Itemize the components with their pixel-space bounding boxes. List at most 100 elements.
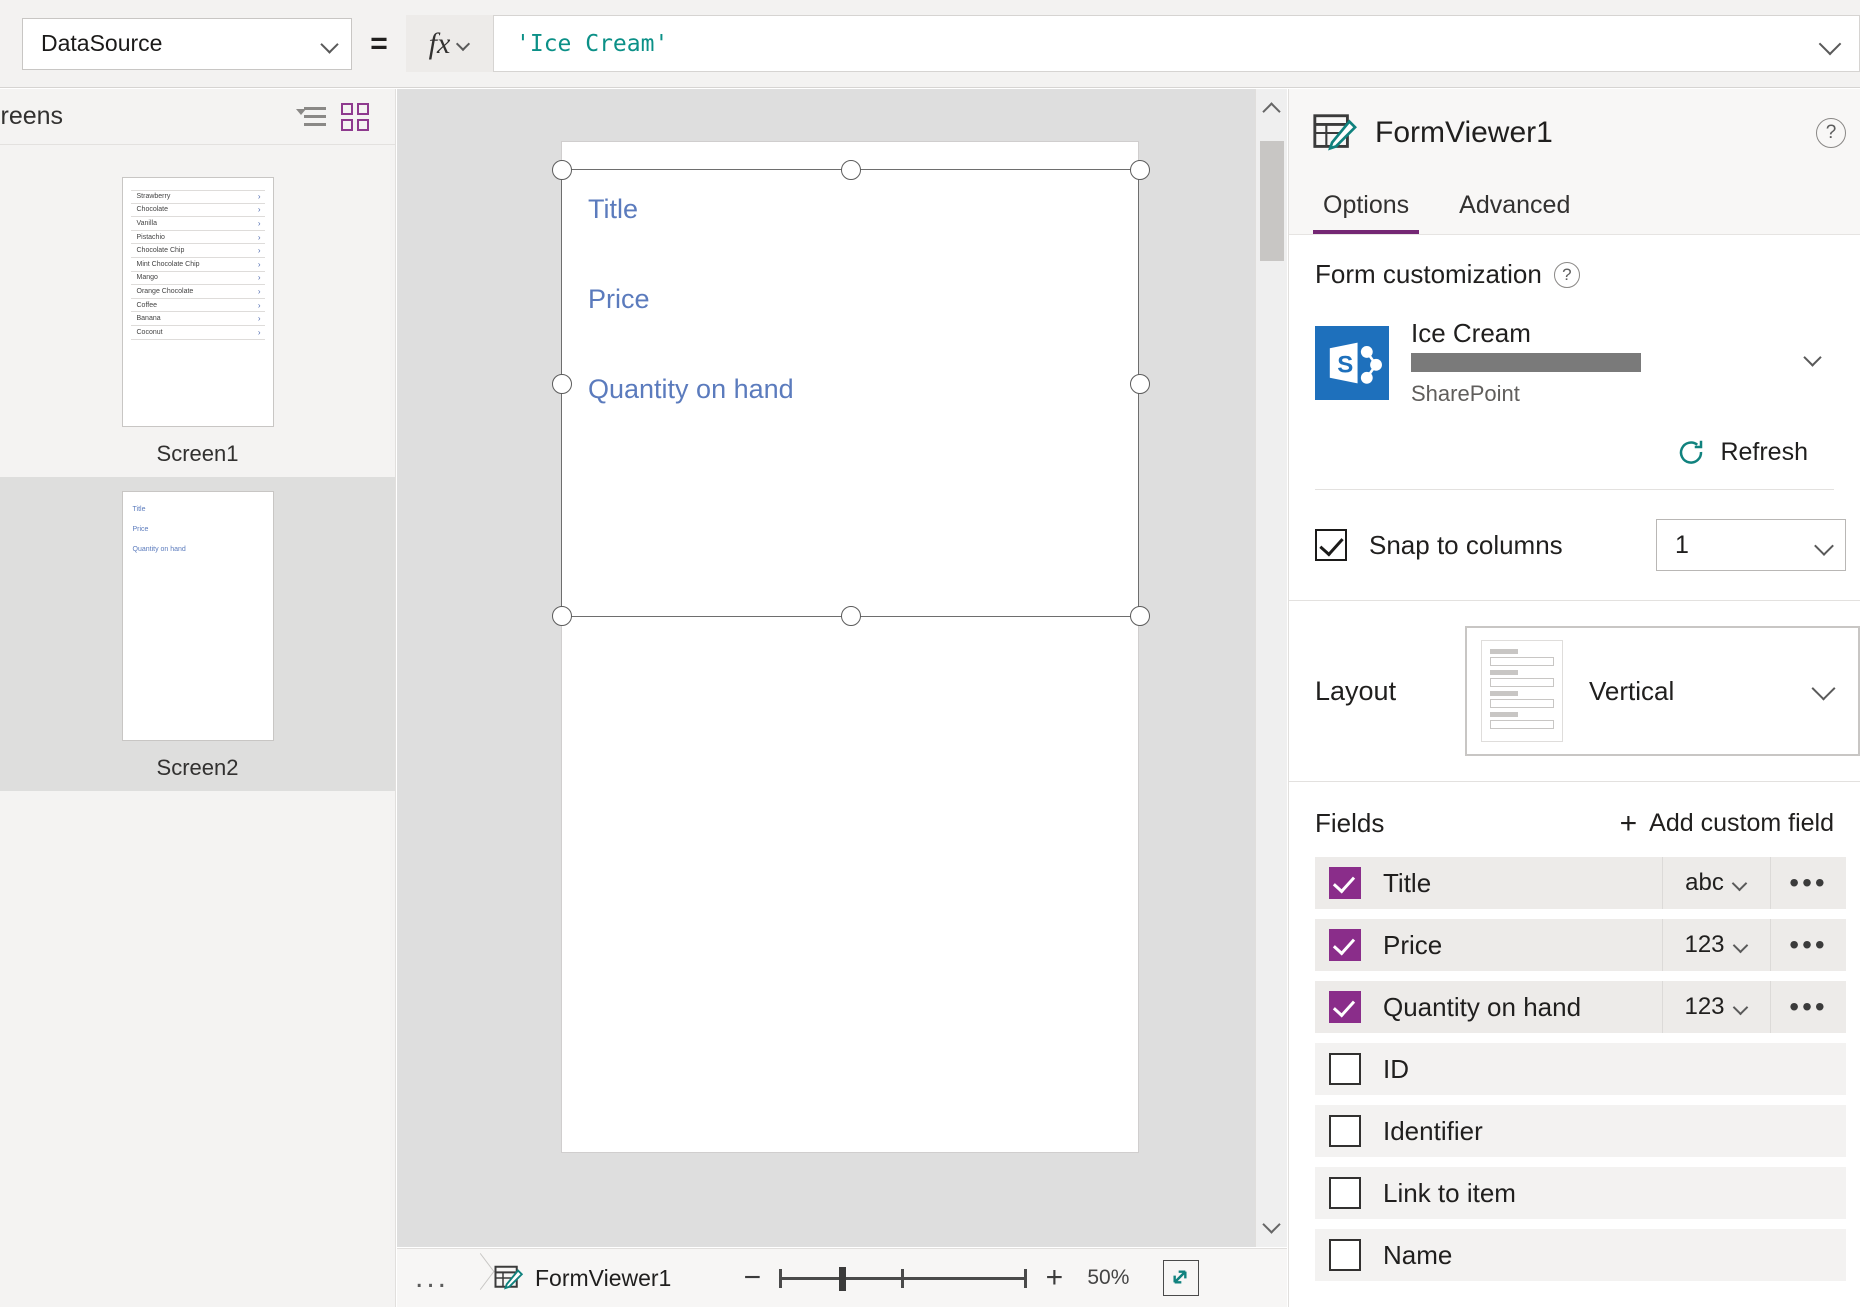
zoom-out-button[interactable]: − <box>739 1261 765 1295</box>
chevron-down-icon <box>1820 33 1842 55</box>
tab-advanced-label: Advanced <box>1459 191 1570 220</box>
gallery-row-label: Coconut <box>137 329 163 336</box>
sharepoint-icon: S <box>1315 326 1389 400</box>
chevron-down-icon <box>1733 999 1749 1015</box>
field-checkbox[interactable] <box>1329 1239 1361 1271</box>
datasource-meta: Ice Cream SharePoint <box>1411 318 1782 407</box>
field-more-button[interactable]: ••• <box>1770 857 1846 909</box>
tab-advanced[interactable]: Advanced <box>1443 177 1586 234</box>
field-checkbox[interactable] <box>1329 1053 1361 1085</box>
fx-label: fx <box>429 27 451 61</box>
help-icon[interactable]: ? <box>1554 262 1580 288</box>
scrollbar-thumb[interactable] <box>1260 141 1284 261</box>
field-checkbox[interactable] <box>1329 929 1361 961</box>
snap-to-columns-checkbox[interactable] <box>1315 529 1347 561</box>
field-checkbox[interactable] <box>1329 991 1361 1023</box>
add-custom-field-button[interactable]: + Add custom field <box>1620 809 1834 839</box>
chevron-right-icon: › <box>258 205 261 214</box>
field-more-button[interactable]: ••• <box>1770 919 1846 971</box>
chevron-up-icon <box>1264 102 1280 118</box>
columns-count-dropdown[interactable]: 1 <box>1656 519 1846 571</box>
chevron-right-icon: › <box>258 219 261 228</box>
form-thumb-label: Price <box>133 526 149 533</box>
field-row[interactable]: Titleabc••• <box>1315 857 1846 909</box>
scroll-up-button[interactable] <box>1256 89 1288 131</box>
chevron-down-icon <box>1732 875 1748 891</box>
zoom-level-label: 50% <box>1087 1266 1129 1290</box>
datasource-type: SharePoint <box>1411 381 1782 407</box>
overflow-menu-button[interactable]: ... <box>397 1272 467 1284</box>
gallery-row-label: Strawberry <box>137 193 171 200</box>
datasource-name: Ice Cream <box>1411 318 1782 349</box>
properties-panel: FormViewer1 ? Options Advanced Form cust… <box>1288 89 1860 1307</box>
gallery-preview: Strawberry›Chocolate›Vanilla›Pistachio›C… <box>131 190 265 340</box>
layout-dropdown[interactable]: Vertical <box>1465 626 1860 756</box>
layout-value: Vertical <box>1589 676 1812 707</box>
gallery-row: Mint Chocolate Chip› <box>131 258 265 272</box>
field-row[interactable]: Quantity on hand123••• <box>1315 981 1846 1033</box>
scroll-down-button[interactable] <box>1256 1205 1288 1247</box>
resize-handle-bc <box>841 606 861 626</box>
form-customization-section: Form customization ? S Ice Cream <box>1289 235 1860 490</box>
formula-input-wrap[interactable]: 'Ice Cream' <box>494 15 1860 72</box>
field-type-dropdown[interactable]: 123 <box>1662 981 1770 1033</box>
field-row[interactable]: Name <box>1315 1229 1846 1281</box>
zoom-tick-mid <box>901 1269 904 1288</box>
field-checkbox[interactable] <box>1329 867 1361 899</box>
sidebar-title: creens <box>0 102 289 131</box>
formula-input[interactable]: 'Ice Cream' <box>494 31 1803 57</box>
refresh-label: Refresh <box>1720 438 1808 467</box>
formula-bar: DataSource = fx 'Ice Cream' <box>0 0 1860 88</box>
datasource-card[interactable]: S Ice Cream SharePoint <box>1315 318 1834 407</box>
fields-label: Fields <box>1315 808 1620 839</box>
fit-to-screen-button[interactable] <box>1163 1260 1199 1296</box>
screen-item-screen2[interactable]: TitlePriceQuantity on hand Screen2 <box>0 477 395 791</box>
breadcrumb[interactable]: FormViewer1 <box>493 1263 671 1293</box>
fx-button[interactable]: fx <box>406 15 494 72</box>
tab-options[interactable]: Options <box>1307 177 1425 234</box>
chevron-down-icon[interactable] <box>1804 348 1834 378</box>
refresh-button[interactable]: Refresh <box>1315 437 1808 467</box>
form-viewer-icon <box>493 1263 523 1293</box>
field-checkbox[interactable] <box>1329 1115 1361 1147</box>
field-type-dropdown[interactable]: abc <box>1662 857 1770 909</box>
canvas-scrollbar[interactable] <box>1255 89 1287 1247</box>
equals-sign: = <box>352 27 406 61</box>
field-row[interactable]: Price123••• <box>1315 919 1846 971</box>
resize-handle-tc <box>841 160 861 180</box>
canvas-area[interactable]: Title Price Quantity on hand <box>397 89 1287 1247</box>
fields-header: Fields + Add custom field <box>1289 782 1860 857</box>
chevron-right-icon: › <box>258 314 261 323</box>
zoom-in-button[interactable]: + <box>1041 1261 1067 1295</box>
chevron-down-icon <box>1264 1218 1280 1234</box>
tree-view-toggle[interactable] <box>289 95 333 139</box>
resize-handle-br <box>1130 606 1150 626</box>
gallery-row: Pistachio› <box>131 231 265 245</box>
redaction-bar <box>1411 353 1641 372</box>
formula-expand-button[interactable] <box>1803 33 1859 55</box>
field-row[interactable]: ID <box>1315 1043 1846 1095</box>
field-row[interactable]: Link to item <box>1315 1167 1846 1219</box>
fit-to-screen-icon <box>1164 1261 1196 1293</box>
form-selection-box[interactable] <box>561 169 1139 617</box>
screen2-thumbnail: TitlePriceQuantity on hand <box>122 491 274 741</box>
columns-count-value: 1 <box>1675 531 1815 560</box>
chevron-right-icon: › <box>258 260 261 269</box>
field-type-dropdown[interactable]: 123 <box>1662 919 1770 971</box>
grid-view-toggle[interactable] <box>333 95 377 139</box>
screen-item-screen1[interactable]: Strawberry›Chocolate›Vanilla›Pistachio›C… <box>0 163 395 477</box>
zoom-tick-max <box>1024 1269 1027 1288</box>
form-viewer-icon <box>1311 110 1357 156</box>
chevron-down-icon <box>321 35 339 53</box>
field-name: Name <box>1383 1240 1846 1271</box>
zoom-slider[interactable] <box>779 1263 1027 1293</box>
resize-handle-bl <box>552 606 572 626</box>
property-dropdown[interactable]: DataSource <box>22 18 352 70</box>
field-checkbox[interactable] <box>1329 1177 1361 1209</box>
chevron-down-icon <box>1815 536 1833 554</box>
field-more-button[interactable]: ••• <box>1770 981 1846 1033</box>
vertical-layout-icon <box>1481 640 1563 742</box>
help-icon[interactable]: ? <box>1816 118 1846 148</box>
field-row[interactable]: Identifier <box>1315 1105 1846 1157</box>
zoom-slider-knob[interactable] <box>839 1267 846 1291</box>
